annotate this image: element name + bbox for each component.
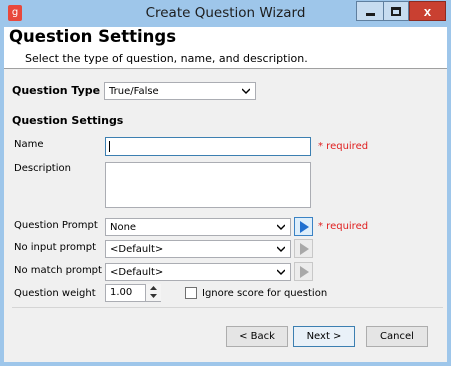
question-prompt-select[interactable]: None (105, 218, 291, 236)
page-subtitle: Select the type of question, name, and d… (25, 52, 308, 65)
ignore-score-checkbox[interactable] (185, 287, 197, 299)
no-match-prompt-label: No match prompt (14, 265, 102, 276)
weight-increment-button[interactable] (146, 284, 161, 292)
question-weight-label: Question weight (14, 288, 96, 299)
maximize-button[interactable] (383, 1, 409, 21)
chevron-down-icon (277, 246, 285, 252)
minimize-button[interactable] (356, 1, 384, 21)
play-no-match-button[interactable] (294, 262, 313, 281)
chevron-down-icon (150, 294, 157, 298)
footer-divider (12, 307, 443, 308)
play-icon (299, 220, 309, 233)
chevron-down-icon (277, 269, 285, 275)
question-prompt-label: Question Prompt (14, 220, 98, 231)
cancel-button[interactable]: Cancel (366, 326, 428, 347)
maximize-icon (391, 6, 401, 16)
no-input-prompt-select[interactable]: <Default> (105, 240, 291, 258)
section-title: Question Settings (12, 114, 124, 127)
wizard-body: Question Settings Select the type of que… (4, 27, 447, 362)
question-type-select[interactable]: True/False (104, 82, 256, 100)
play-icon (299, 265, 309, 278)
page-title: Question Settings (9, 27, 177, 46)
prompt-required-note: * required (318, 221, 369, 232)
question-type-label: Question Type (12, 84, 101, 97)
play-prompt-button[interactable] (294, 217, 313, 236)
chevron-up-icon (150, 286, 157, 290)
wizard-header: Question Settings Select the type of que… (4, 27, 447, 69)
name-label: Name (14, 139, 44, 150)
weight-spin-buttons (145, 284, 161, 301)
title-bar: g Create Question Wizard x (0, 0, 451, 27)
question-weight-value: 1.00 (110, 287, 133, 298)
no-input-prompt-label: No input prompt (14, 242, 97, 253)
name-input[interactable] (105, 137, 311, 156)
weight-decrement-button[interactable] (146, 292, 161, 300)
chevron-down-icon (242, 88, 250, 94)
next-button[interactable]: Next > (293, 326, 355, 347)
play-no-input-button[interactable] (294, 239, 313, 258)
close-button[interactable]: x (409, 1, 446, 21)
name-required-note: * required (318, 141, 369, 152)
no-match-prompt-value: <Default> (110, 267, 164, 278)
question-type-value: True/False (109, 86, 159, 97)
play-icon (299, 242, 309, 255)
text-caret (109, 141, 110, 152)
close-icon: x (423, 3, 432, 19)
question-prompt-value: None (110, 222, 137, 233)
no-input-prompt-value: <Default> (110, 244, 164, 255)
description-label: Description (14, 163, 71, 174)
description-textarea[interactable] (105, 162, 311, 208)
back-button[interactable]: < Back (226, 326, 288, 347)
ignore-score-label: Ignore score for question (202, 288, 328, 299)
no-match-prompt-select[interactable]: <Default> (105, 263, 291, 281)
chevron-down-icon (277, 224, 285, 230)
minimize-icon (366, 12, 375, 16)
wizard-window: g Create Question Wizard x Question Sett… (0, 0, 451, 366)
